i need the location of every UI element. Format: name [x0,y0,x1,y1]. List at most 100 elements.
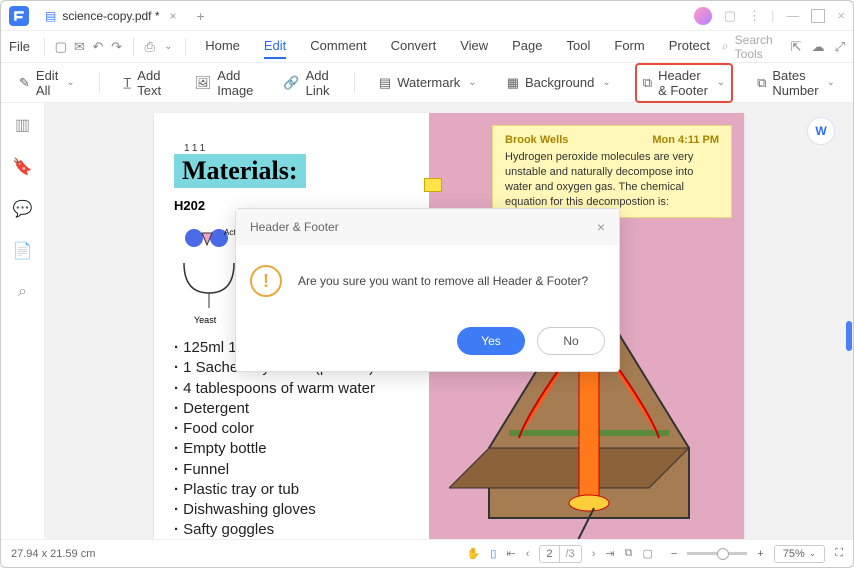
mail-icon[interactable]: ✉ [73,35,86,59]
print-dropdown-icon[interactable]: ⌄ [162,35,175,59]
page-input[interactable]: 2 /3 [539,545,581,563]
tab-convert[interactable]: Convert [391,34,437,59]
list-item: Food color [174,419,409,439]
tab-comment[interactable]: Comment [310,34,366,59]
zoom-in-icon[interactable]: + [757,548,763,560]
dialog-close-icon[interactable]: × [597,219,605,235]
left-rail: ▥ 🔖 💬 📄 ⌕ [1,103,45,539]
yes-button[interactable]: Yes [457,327,525,355]
confirm-dialog: Header & Footer × ! Are you sure you wan… [235,208,620,372]
list-item: Detergent [174,399,409,419]
scrollbar[interactable] [846,321,852,351]
add-tab-icon[interactable]: + [197,8,205,24]
page-dimensions: 27.94 x 21.59 cm [11,548,95,560]
add-text-button[interactable]: T̲ Add Text [117,64,170,102]
watermark-icon: ▤ [379,75,391,91]
search-tools[interactable]: ⌕ Search Tools [722,33,773,61]
chevron-down-icon: ⌄ [602,77,610,88]
expand-icon[interactable]: ⤢ [835,39,845,55]
edit-toolbar: ✎ Edit All ⌄ T̲ Add Text 🖼 Add Image 🔗 A… [1,63,853,103]
search-panel-icon[interactable]: ⌕ [18,283,27,301]
svg-text:Yeast: Yeast [194,315,217,325]
sticky-note-icon[interactable] [424,178,442,192]
comment-body: Hydrogen peroxide molecules are very uns… [505,150,719,209]
comment-author: Brook Wells [505,134,568,146]
image-icon: 🖼 [195,75,212,91]
zoom-select[interactable]: 75% ⌄ [774,545,826,563]
titlebar: ▤ science-copy.pdf * × + ▢ ⋮ | — × [1,1,853,31]
chevron-down-icon: ⌄ [66,77,74,88]
comment-popup[interactable]: Brook Wells Mon 4:11 PM Hydrogen peroxid… [492,125,732,218]
no-button[interactable]: No [537,327,605,355]
fullscreen-icon[interactable]: ⛶ [835,547,843,560]
list-item: Funnel [174,460,409,480]
more-icon[interactable]: ⋮ [748,8,759,24]
chevron-down-icon: ⌄ [809,548,817,559]
tab-protect[interactable]: Protect [669,34,710,59]
maximize-icon[interactable] [811,9,825,23]
chevron-down-icon: ⌄ [717,77,725,88]
next-page-icon[interactable]: › [592,548,596,560]
tab-edit[interactable]: Edit [264,34,286,59]
tab-form[interactable]: Form [614,34,644,59]
save-icon[interactable]: ▢ [54,35,67,59]
first-page-icon[interactable]: ⇤ [506,547,515,560]
fit-page-icon[interactable]: ▢ [642,547,652,560]
tab-tool[interactable]: Tool [567,34,591,59]
search-icon: ⌕ [722,39,729,54]
dialog-title: Header & Footer [250,220,339,234]
thumbnails-icon[interactable]: ▥ [15,115,30,135]
chevron-down-icon: ⌄ [468,77,476,88]
tab-view[interactable]: View [460,34,488,59]
list-item: 4 tablespoons of warm water [174,379,409,399]
close-window-icon[interactable]: × [837,8,845,23]
add-link-button[interactable]: 🔗 Add Link [277,64,336,102]
watermark-button[interactable]: ▤ Watermark ⌄ [373,71,483,95]
dialog-message: Are you sure you want to remove all Head… [298,274,588,288]
select-tool-icon[interactable]: ▯ [490,547,496,560]
tab-home[interactable]: Home [205,34,240,59]
pdf-icon: ▤ [45,9,56,23]
list-item: Dishwashing gloves [174,500,409,520]
statusbar: 27.94 x 21.59 cm ✋ ▯ ⇤ ‹ 2 /3 › ⇥ ⧉ ▢ − … [1,539,853,567]
comments-icon[interactable]: 💬 [13,199,33,219]
background-icon: ▦ [507,75,519,91]
materials-heading: Materials: [174,154,306,188]
share-icon[interactable]: ⇱ [791,39,802,55]
hand-tool-icon[interactable]: ✋ [467,547,481,560]
redo-icon[interactable]: ↷ [110,35,123,59]
notification-icon[interactable]: ▢ [724,8,736,24]
close-tab-icon[interactable]: × [170,9,177,23]
prev-page-icon[interactable]: ‹ [526,548,530,560]
attachments-icon[interactable]: 📄 [13,241,33,261]
zoom-out-icon[interactable]: − [671,548,677,560]
word-export-badge[interactable]: W [807,117,835,145]
add-image-button[interactable]: 🖼 Add Image [189,64,260,102]
cloud-icon[interactable]: ☁ [812,39,825,55]
file-menu[interactable]: File [9,39,30,54]
zoom-slider[interactable] [687,552,747,555]
bates-icon: ⧉ [757,75,766,91]
tab-page[interactable]: Page [512,34,542,59]
text-icon: T̲ [123,75,131,90]
header-footer-icon: ⧉ [643,75,652,91]
page-number-header: 111 [184,143,409,154]
link-icon: 🔗 [283,75,299,91]
fit-width-icon[interactable]: ⧉ [625,547,633,560]
app-icon [9,6,29,26]
undo-icon[interactable]: ↶ [92,35,105,59]
pencil-icon: ✎ [19,75,30,91]
minimize-icon[interactable]: — [786,8,799,23]
edit-all-button[interactable]: ✎ Edit All ⌄ [13,64,81,102]
theme-icon[interactable] [694,7,712,25]
last-page-icon[interactable]: ⇥ [605,547,614,560]
header-footer-button[interactable]: ⧉ Header & Footer ⌄ [635,63,733,103]
document-tab[interactable]: ▤ science-copy.pdf * × [37,9,185,23]
print-icon[interactable]: ⎙ [143,35,156,59]
bookmarks-icon[interactable]: 🔖 [13,157,33,177]
tab-title: science-copy.pdf * [62,9,159,23]
background-button[interactable]: ▦ Background ⌄ [501,71,617,95]
comment-time: Mon 4:11 PM [652,134,719,146]
list-item: Safty goggles [174,520,409,539]
bates-number-button[interactable]: ⧉ Bates Number ⌄ [751,64,841,102]
